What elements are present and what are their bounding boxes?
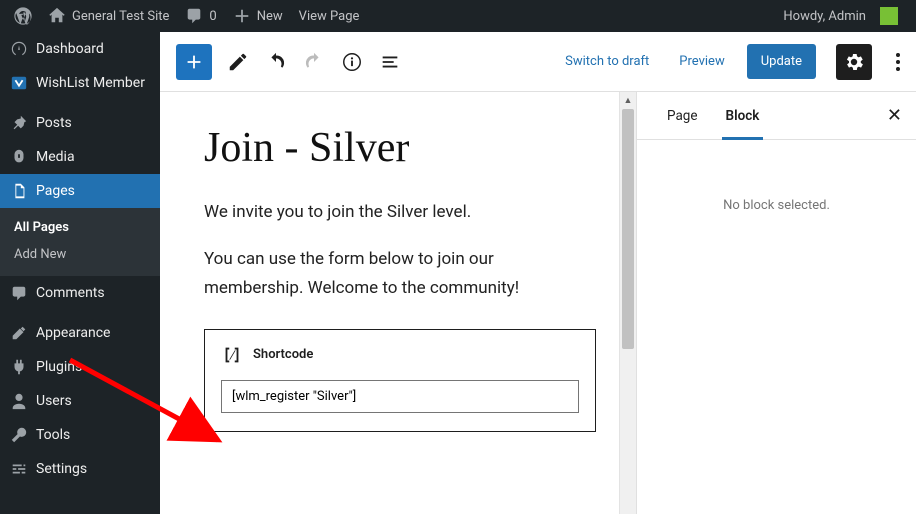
plugin-icon xyxy=(10,358,28,376)
admin-bar-left: General Test Site 0 New View Page xyxy=(6,0,367,32)
undo-button[interactable] xyxy=(264,50,288,74)
sidebar-item-settings[interactable]: Settings xyxy=(0,452,160,486)
dashboard-icon xyxy=(10,40,28,58)
shortcode-input[interactable] xyxy=(221,380,579,413)
wishlist-icon xyxy=(10,74,28,92)
pin-icon xyxy=(10,114,28,132)
preview-link[interactable]: Preview xyxy=(671,54,732,69)
shortcode-block[interactable]: Shortcode xyxy=(204,329,596,432)
admin-bar-right: Howdy, Admin xyxy=(775,0,910,32)
panel-empty-message: No block selected. xyxy=(637,140,916,271)
undo-icon xyxy=(265,51,287,73)
sidebar-item-plugins[interactable]: Plugins xyxy=(0,350,160,384)
comments-link[interactable]: 0 xyxy=(177,0,224,32)
wp-logo[interactable] xyxy=(6,0,40,32)
comments-count: 0 xyxy=(209,9,216,24)
sidebar-sub-add-new[interactable]: Add New xyxy=(0,241,160,268)
comment-icon xyxy=(10,284,28,302)
settings-toggle-button[interactable] xyxy=(836,44,872,80)
appearance-icon xyxy=(10,324,28,342)
sidebar-item-media[interactable]: Media xyxy=(0,140,160,174)
plus-icon xyxy=(183,51,205,73)
sidebar-label: Plugins xyxy=(36,359,82,375)
view-page-link[interactable]: View Page xyxy=(291,0,368,32)
sidebar-label: Users xyxy=(36,393,72,409)
shortcode-icon xyxy=(221,344,243,366)
redo-button[interactable] xyxy=(302,50,326,74)
page-title[interactable]: Join - Silver xyxy=(204,124,596,172)
wordpress-icon xyxy=(14,7,32,25)
admin-sidebar: Dashboard WishList Member Posts Media Pa… xyxy=(0,32,160,514)
new-link[interactable]: New xyxy=(225,0,291,32)
sidebar-label: Pages xyxy=(36,183,75,199)
sliders-icon xyxy=(10,460,28,478)
site-name-link[interactable]: General Test Site xyxy=(40,0,177,32)
edit-mode-button[interactable] xyxy=(226,50,250,74)
sidebar-item-pages[interactable]: Pages xyxy=(0,174,160,208)
scrollbar-up-icon: ▲ xyxy=(620,92,636,109)
sidebar-label: Comments xyxy=(36,285,105,301)
panel-close-button[interactable]: ✕ xyxy=(873,105,916,126)
settings-panel: Page Block ✕ No block selected. xyxy=(636,92,916,514)
admin-bar: General Test Site 0 New View Page Howdy,… xyxy=(0,0,916,32)
view-page-label: View Page xyxy=(299,9,360,24)
sidebar-item-appearance[interactable]: Appearance xyxy=(0,316,160,350)
switch-to-draft-link[interactable]: Switch to draft xyxy=(557,54,657,69)
sidebar-item-comments[interactable]: Comments xyxy=(0,276,160,310)
redo-icon xyxy=(303,51,325,73)
media-icon xyxy=(10,148,28,166)
more-options-button[interactable] xyxy=(890,53,906,71)
paragraph-block[interactable]: We invite you to join the Silver level. xyxy=(204,198,596,227)
site-name-text: General Test Site xyxy=(72,9,169,24)
tab-page[interactable]: Page xyxy=(653,92,712,139)
update-button[interactable]: Update xyxy=(747,44,816,79)
shortcode-label: Shortcode xyxy=(253,347,313,362)
avatar xyxy=(880,7,898,25)
shortcode-block-header: Shortcode xyxy=(221,344,579,366)
outline-button[interactable] xyxy=(378,50,402,74)
tab-block[interactable]: Block xyxy=(712,92,774,139)
howdy-text: Howdy, Admin xyxy=(783,9,866,24)
sidebar-label: Settings xyxy=(36,461,87,477)
gear-icon xyxy=(843,51,865,73)
sidebar-label: Appearance xyxy=(36,325,110,341)
settings-tabs: Page Block ✕ xyxy=(637,92,916,140)
sidebar-label: Media xyxy=(36,149,75,165)
scrollbar-thumb[interactable] xyxy=(622,109,634,349)
pages-icon xyxy=(10,182,28,200)
account-link[interactable]: Howdy, Admin xyxy=(775,0,906,32)
sidebar-label: WishList Member xyxy=(36,75,145,91)
list-icon xyxy=(379,51,401,73)
info-icon xyxy=(341,51,363,73)
content-scrollbar[interactable]: ▲ xyxy=(619,92,636,514)
add-block-button[interactable] xyxy=(176,44,212,80)
editor-main: Switch to draft Preview Update Join - Si… xyxy=(160,32,916,514)
new-label: New xyxy=(257,9,283,24)
sidebar-label: Dashboard xyxy=(36,41,104,57)
paragraph-block[interactable]: You can use the form below to join our m… xyxy=(204,245,596,303)
users-icon xyxy=(10,392,28,410)
sidebar-submenu-pages: All Pages Add New xyxy=(0,208,160,276)
sidebar-sub-all-pages[interactable]: All Pages xyxy=(0,214,160,241)
editor-canvas: Join - Silver We invite you to join the … xyxy=(160,92,636,514)
sidebar-label: Posts xyxy=(36,115,72,131)
sidebar-item-users[interactable]: Users xyxy=(0,384,160,418)
sidebar-item-posts[interactable]: Posts xyxy=(0,106,160,140)
editor-toolbar: Switch to draft Preview Update xyxy=(160,32,916,92)
pencil-icon xyxy=(227,51,249,73)
comment-icon xyxy=(185,7,203,25)
sidebar-item-wishlist[interactable]: WishList Member xyxy=(0,66,160,100)
home-icon xyxy=(48,7,66,25)
sidebar-item-dashboard[interactable]: Dashboard xyxy=(0,32,160,66)
plus-icon xyxy=(233,7,251,25)
tools-icon xyxy=(10,426,28,444)
info-button[interactable] xyxy=(340,50,364,74)
sidebar-item-tools[interactable]: Tools xyxy=(0,418,160,452)
sidebar-label: Tools xyxy=(36,427,70,443)
